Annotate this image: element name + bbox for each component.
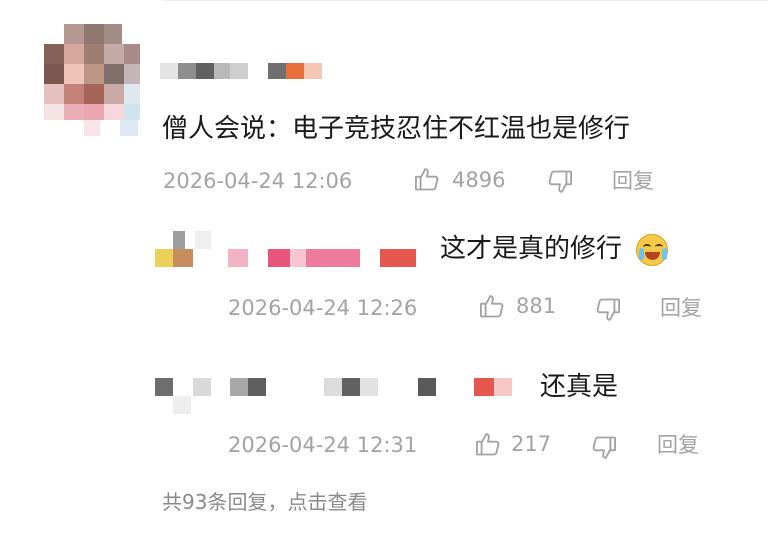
avatar[interactable] xyxy=(155,378,215,418)
avatar[interactable] xyxy=(42,24,142,139)
reply-timestamp: 2026-04-24 12:31 xyxy=(228,433,418,457)
reply-button[interactable]: 回复 xyxy=(657,435,699,456)
username-redacted[interactable] xyxy=(230,378,520,398)
like-count: 217 xyxy=(511,432,552,456)
avatar[interactable] xyxy=(155,231,215,271)
reply-button[interactable]: 回复 xyxy=(612,171,654,192)
laugh-cry-emoji xyxy=(636,234,668,266)
comment-timestamp: 2026-04-24 12:06 xyxy=(163,169,353,193)
like-count: 4896 xyxy=(452,168,506,192)
thumbs-down-icon[interactable] xyxy=(546,168,574,196)
thumbs-up-icon[interactable] xyxy=(474,430,502,458)
reply-button[interactable]: 回复 xyxy=(660,298,702,319)
reply-text: 这才是真的修行 xyxy=(440,234,623,264)
thumbs-up-icon[interactable] xyxy=(413,165,441,193)
reply-timestamp: 2026-04-24 12:26 xyxy=(228,296,418,320)
top-divider xyxy=(163,0,768,1)
view-more-replies-link[interactable]: 共93条回复，点击查看 xyxy=(162,492,367,512)
username-redacted[interactable] xyxy=(228,249,418,269)
comment-text: 僧人会说：电子竞技忍住不红温也是修行 xyxy=(162,114,631,144)
thumbs-up-icon[interactable] xyxy=(478,292,506,320)
reply-text: 还真是 xyxy=(540,372,619,402)
thumbs-down-icon[interactable] xyxy=(590,434,618,462)
thumbs-down-icon[interactable] xyxy=(594,296,622,324)
username-redacted[interactable] xyxy=(160,61,330,81)
like-count: 881 xyxy=(516,294,557,318)
